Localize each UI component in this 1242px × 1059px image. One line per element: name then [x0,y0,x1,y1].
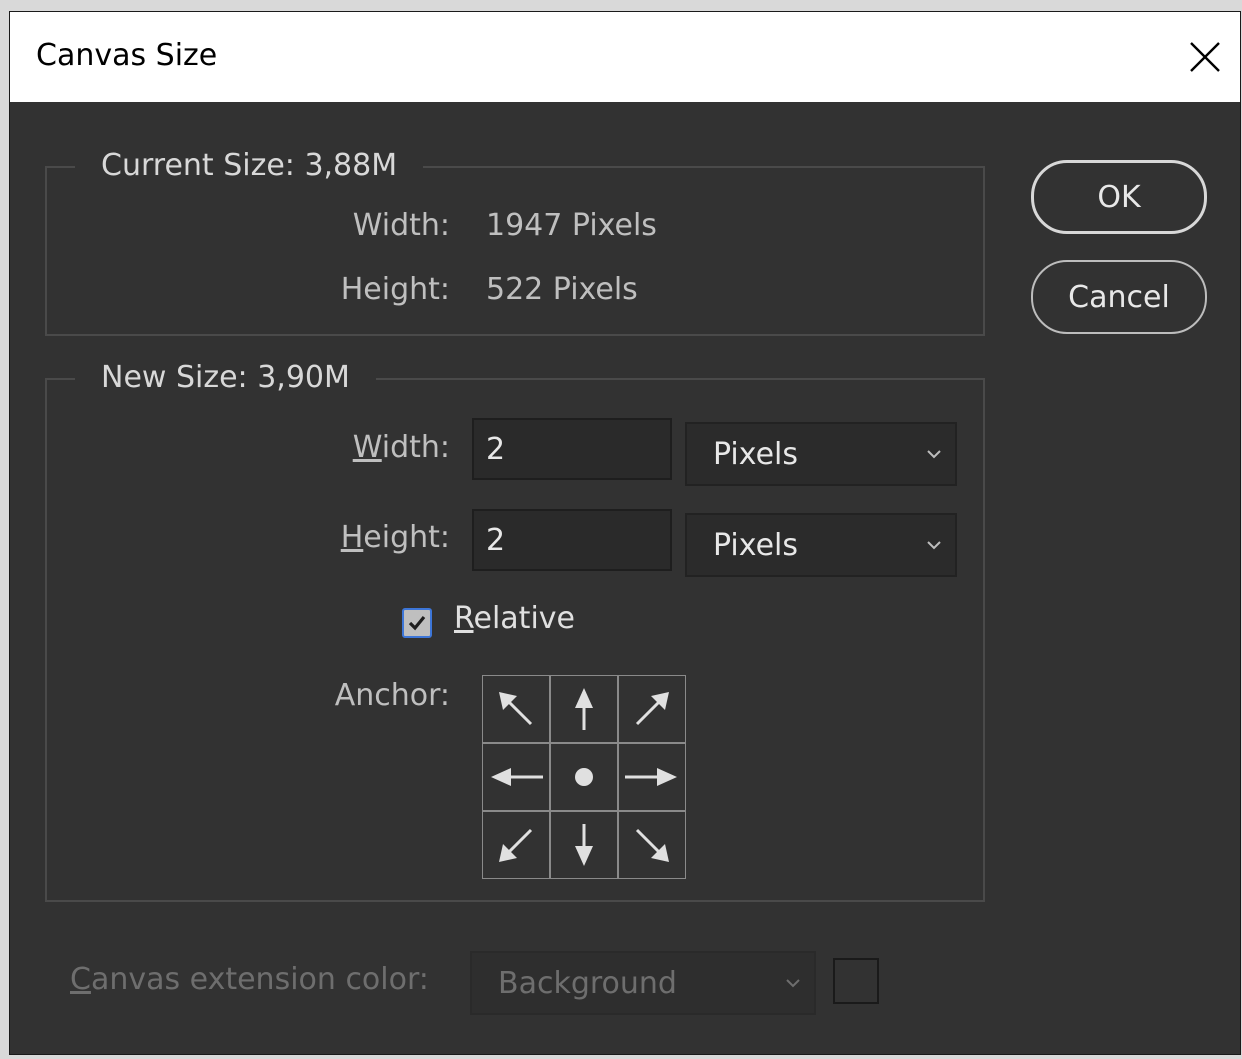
arrow-right-icon [625,768,677,786]
new-width-input[interactable] [472,418,672,480]
arrow-left-icon [491,768,543,786]
arrow-down-icon [575,824,593,866]
extension-label-rest: anvas extension color: [90,962,429,997]
width-label-rest: idth: [381,430,450,465]
anchor-bottom[interactable] [550,811,618,879]
anchor-bottom-right[interactable] [618,811,686,879]
canvas-size-dialog: Canvas Size Current Size: 3,88M Width: 1… [9,11,1241,1055]
chevron-down-icon [786,979,800,988]
ok-button-label: OK [1097,179,1141,215]
relative-label-rest: elative [473,601,575,636]
anchor-center[interactable] [550,743,618,811]
anchor-top[interactable] [550,675,618,743]
height-mnemonic: H [340,520,364,555]
width-unit-select[interactable]: Pixels [685,422,957,486]
height-unit-select[interactable]: Pixels [685,513,957,577]
current-width-label: Width: [352,208,450,243]
checkmark-icon [408,615,426,631]
arrow-down-left-icon [499,828,533,862]
new-size-legend: New Size: 3,90M [75,360,376,396]
new-height-label: Height: [250,520,450,555]
width-mnemonic: W [352,430,382,465]
anchor-grid [482,675,686,879]
anchor-center-dot-icon [575,768,593,786]
extension-color-label: Canvas extension color: [70,962,429,997]
anchor-top-left[interactable] [482,675,550,743]
height-label-rest: eight: [363,520,450,555]
ok-button[interactable]: OK [1031,160,1207,234]
current-size-legend: Current Size: 3,88M [75,148,424,184]
chevron-down-icon [927,450,941,459]
height-unit-value: Pixels [713,527,799,563]
anchor-top-right[interactable] [618,675,686,743]
current-height-label: Height: [340,272,450,307]
current-width-value: 1947 Pixels [486,208,657,243]
close-icon [1190,42,1220,72]
arrow-up-right-icon [635,692,669,726]
arrow-up-icon [575,688,593,730]
extension-color-select[interactable]: Background [470,951,816,1015]
close-button[interactable] [1176,28,1234,86]
anchor-right[interactable] [618,743,686,811]
cancel-button-label: Cancel [1068,279,1170,315]
relative-mnemonic: R [454,601,474,636]
current-size-group: Current Size: 3,88M [45,148,985,336]
extension-mnemonic: C [70,962,91,997]
dialog-body: Current Size: 3,88M Width: 1947 Pixels H… [10,102,1240,1054]
arrow-up-left-icon [499,692,533,726]
title-bar: Canvas Size [10,12,1240,102]
current-height-value: 522 Pixels [486,272,638,307]
new-width-label: Width: [250,430,450,465]
width-unit-value: Pixels [713,436,799,472]
extension-color-swatch[interactable] [833,958,879,1004]
anchor-left[interactable] [482,743,550,811]
anchor-bottom-left[interactable] [482,811,550,879]
chevron-down-icon [927,541,941,550]
dialog-title: Canvas Size [36,38,218,73]
relative-checkbox[interactable] [402,608,432,638]
extension-color-value: Background [498,965,677,1001]
relative-label[interactable]: Relative [454,601,575,636]
anchor-label: Anchor: [334,678,450,713]
arrow-down-right-icon [635,828,669,862]
new-height-input[interactable] [472,509,672,571]
cancel-button[interactable]: Cancel [1031,260,1207,334]
